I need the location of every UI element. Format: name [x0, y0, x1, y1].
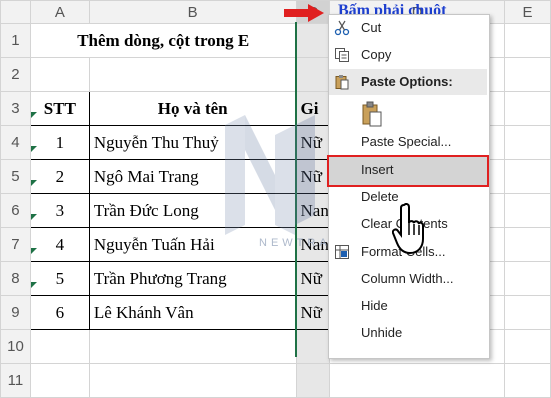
- menu-item-unhide[interactable]: Unhide: [329, 320, 487, 346]
- format-cells-icon: [335, 245, 349, 259]
- cell-c11[interactable]: [295, 363, 330, 398]
- cell-gender[interactable]: Nữ: [295, 261, 330, 296]
- menu-label-cut: Cut: [361, 20, 382, 35]
- cell-a10[interactable]: [29, 329, 90, 364]
- sheet-title[interactable]: Thêm dòng, cột trong E: [29, 23, 297, 58]
- arrow-right-icon: [284, 4, 324, 22]
- row-header-7[interactable]: 7: [0, 227, 31, 262]
- row-header-11[interactable]: 11: [0, 363, 31, 398]
- menu-item-paste-special[interactable]: Paste Special...: [329, 129, 487, 155]
- row-header-9[interactable]: 9: [0, 295, 31, 330]
- row-header-8[interactable]: 8: [0, 261, 31, 296]
- cell-indicator: [31, 248, 37, 254]
- cell-e7[interactable]: [504, 227, 551, 262]
- menu-label-copy: Copy: [361, 47, 392, 62]
- cell-e8[interactable]: [504, 261, 551, 296]
- row-header-5[interactable]: 5: [0, 159, 31, 194]
- cell-stt[interactable]: 6: [29, 295, 90, 330]
- hand-cursor-icon: [392, 203, 424, 255]
- column-header-b[interactable]: B: [88, 0, 297, 24]
- cell-indicator: [31, 112, 37, 118]
- menu-item-copy[interactable]: Copy: [329, 42, 487, 68]
- cell-c2[interactable]: [295, 57, 330, 92]
- cell-a2[interactable]: [29, 57, 90, 92]
- cell-indicator: [31, 180, 37, 186]
- menu-item-hide[interactable]: Hide: [329, 293, 487, 319]
- menu-item-cut[interactable]: Cut: [329, 15, 487, 41]
- cell-e9[interactable]: [504, 295, 551, 330]
- menu-label-insert: Insert: [361, 162, 394, 177]
- row-header-3[interactable]: 3: [0, 91, 31, 126]
- menu-label-column-width: Column Width...: [361, 271, 454, 286]
- cell-e2[interactable]: [504, 57, 551, 92]
- context-menu: Cut Copy Paste Options: Paste Special...…: [327, 14, 490, 359]
- newtrain-logo-watermark: [225, 115, 315, 235]
- cell-d11[interactable]: [328, 363, 506, 398]
- menu-label-paste-options: Paste Options:: [361, 74, 453, 89]
- cell-a11[interactable]: [29, 363, 90, 398]
- cell-stt[interactable]: 1: [29, 125, 90, 160]
- cell-name[interactable]: Trần Phương Trang: [88, 261, 297, 296]
- cell-stt[interactable]: 2: [29, 159, 90, 194]
- cell-e10[interactable]: [504, 329, 551, 364]
- copy-icon: [335, 48, 349, 62]
- cell-stt[interactable]: 5: [29, 261, 90, 296]
- cell-e1[interactable]: [504, 23, 551, 58]
- cell-indicator: [31, 214, 37, 220]
- cell-stt[interactable]: 4: [29, 227, 90, 262]
- column-header-e[interactable]: E: [504, 0, 551, 24]
- header-stt[interactable]: STT: [29, 91, 90, 126]
- menu-label-paste-special: Paste Special...: [361, 134, 452, 149]
- cell-b10[interactable]: [88, 329, 297, 364]
- cell-gender[interactable]: Nữ: [295, 295, 330, 330]
- cell-e3[interactable]: [504, 91, 551, 126]
- cell-name[interactable]: Lê Khánh Vân: [88, 295, 297, 330]
- menu-label-unhide: Unhide: [361, 325, 403, 340]
- select-all-corner[interactable]: [0, 0, 31, 24]
- paste-options-header: Paste Options:: [329, 69, 487, 95]
- cell-e6[interactable]: [504, 193, 551, 228]
- row-header-10[interactable]: 10: [0, 329, 31, 364]
- row-header-6[interactable]: 6: [0, 193, 31, 228]
- row-header-1[interactable]: 1: [0, 23, 31, 58]
- scissors-icon: [334, 20, 350, 36]
- cell-indicator: [31, 146, 37, 152]
- row-header-2[interactable]: 2: [0, 57, 31, 92]
- menu-item-column-width[interactable]: Column Width...: [329, 266, 487, 292]
- menu-item-insert[interactable]: Insert: [329, 157, 487, 183]
- cell-c10[interactable]: [295, 329, 330, 364]
- row-header-4[interactable]: 4: [0, 125, 31, 160]
- cell-indicator: [31, 282, 37, 288]
- cell-c1[interactable]: [295, 23, 330, 58]
- column-header-a[interactable]: A: [29, 0, 90, 24]
- cell-stt[interactable]: 3: [29, 193, 90, 228]
- paste-icon: [335, 75, 349, 90]
- cell-b11[interactable]: [88, 363, 297, 398]
- cell-e4[interactable]: [504, 125, 551, 160]
- paste-button[interactable]: [329, 97, 487, 131]
- cell-b2[interactable]: [88, 57, 297, 92]
- menu-label-hide: Hide: [361, 298, 388, 313]
- cell-e5[interactable]: [504, 159, 551, 194]
- cell-e11[interactable]: [504, 363, 551, 398]
- clipboard-icon: [362, 101, 382, 127]
